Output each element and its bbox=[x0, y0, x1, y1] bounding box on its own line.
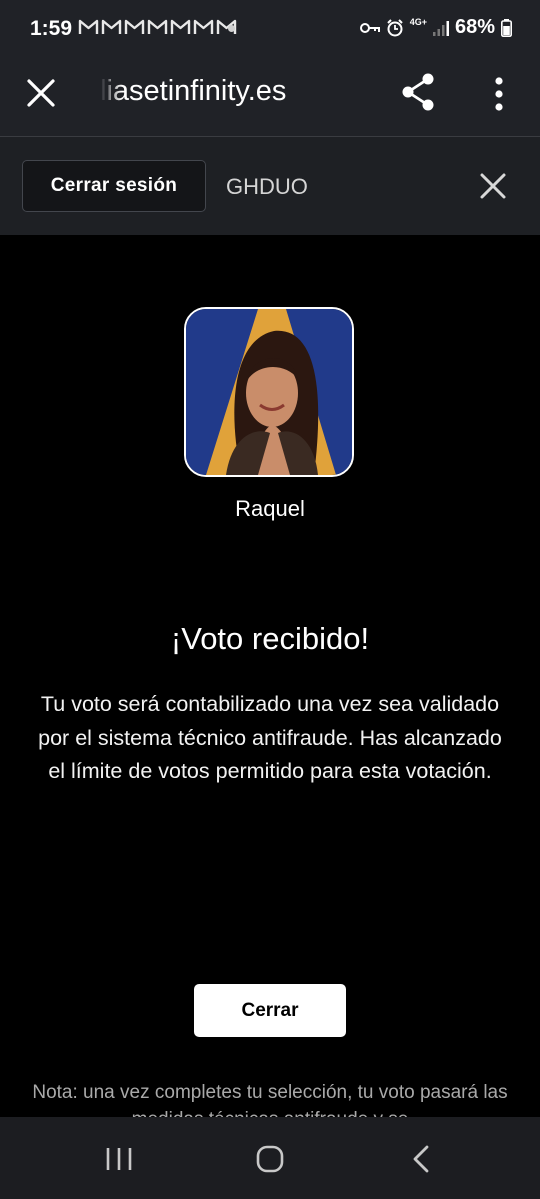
url-text[interactable]: liasetinfinity.es bbox=[100, 75, 286, 108]
vote-message: Tu voto será contabilizado una vez sea v… bbox=[38, 692, 502, 783]
more-notifications-dot bbox=[228, 25, 235, 32]
battery-icon bbox=[501, 18, 512, 37]
share-icon[interactable] bbox=[400, 72, 436, 112]
battery-percent: 68% bbox=[454, 16, 495, 38]
back-icon[interactable] bbox=[410, 1144, 432, 1174]
status-bar: 1:59 4G+ 68% bbox=[0, 0, 540, 56]
antifraud-note: Nota: una vez completes tu selección, tu… bbox=[32, 1082, 508, 1117]
vpn-key-icon bbox=[359, 22, 380, 33]
candidate-photo bbox=[184, 307, 354, 477]
close-button[interactable]: Cerrar bbox=[194, 984, 346, 1037]
notification-icons bbox=[78, 18, 237, 36]
gmail-icon bbox=[78, 19, 99, 34]
close-tab-icon[interactable] bbox=[24, 76, 58, 110]
status-right: 4G+ 68% bbox=[359, 16, 512, 39]
browser-toolbar: liasetinfinity.es bbox=[0, 56, 540, 137]
gmail-icon bbox=[124, 19, 145, 34]
gmail-icon bbox=[147, 19, 168, 34]
session-bar: Cerrar sesión GHDUO bbox=[0, 137, 540, 235]
candidate-name: Raquel bbox=[235, 496, 305, 521]
home-icon[interactable] bbox=[256, 1145, 284, 1173]
more-options-icon[interactable] bbox=[488, 74, 510, 114]
recent-apps-icon[interactable] bbox=[104, 1146, 134, 1172]
user-code: GHDUO bbox=[226, 174, 308, 199]
alarm-icon bbox=[386, 18, 403, 36]
logout-button[interactable]: Cerrar sesión bbox=[22, 160, 206, 212]
close-icon[interactable] bbox=[478, 171, 508, 201]
signal-icon bbox=[432, 20, 449, 36]
gmail-icon bbox=[193, 19, 214, 34]
network-type-icon: 4G+ bbox=[409, 17, 427, 27]
gmail-icon bbox=[101, 19, 122, 34]
vote-received-heading: ¡Voto recibido! bbox=[170, 621, 370, 656]
status-time: 1:59 bbox=[30, 17, 73, 40]
gmail-icon bbox=[170, 19, 191, 34]
system-nav-bar bbox=[0, 1117, 540, 1199]
